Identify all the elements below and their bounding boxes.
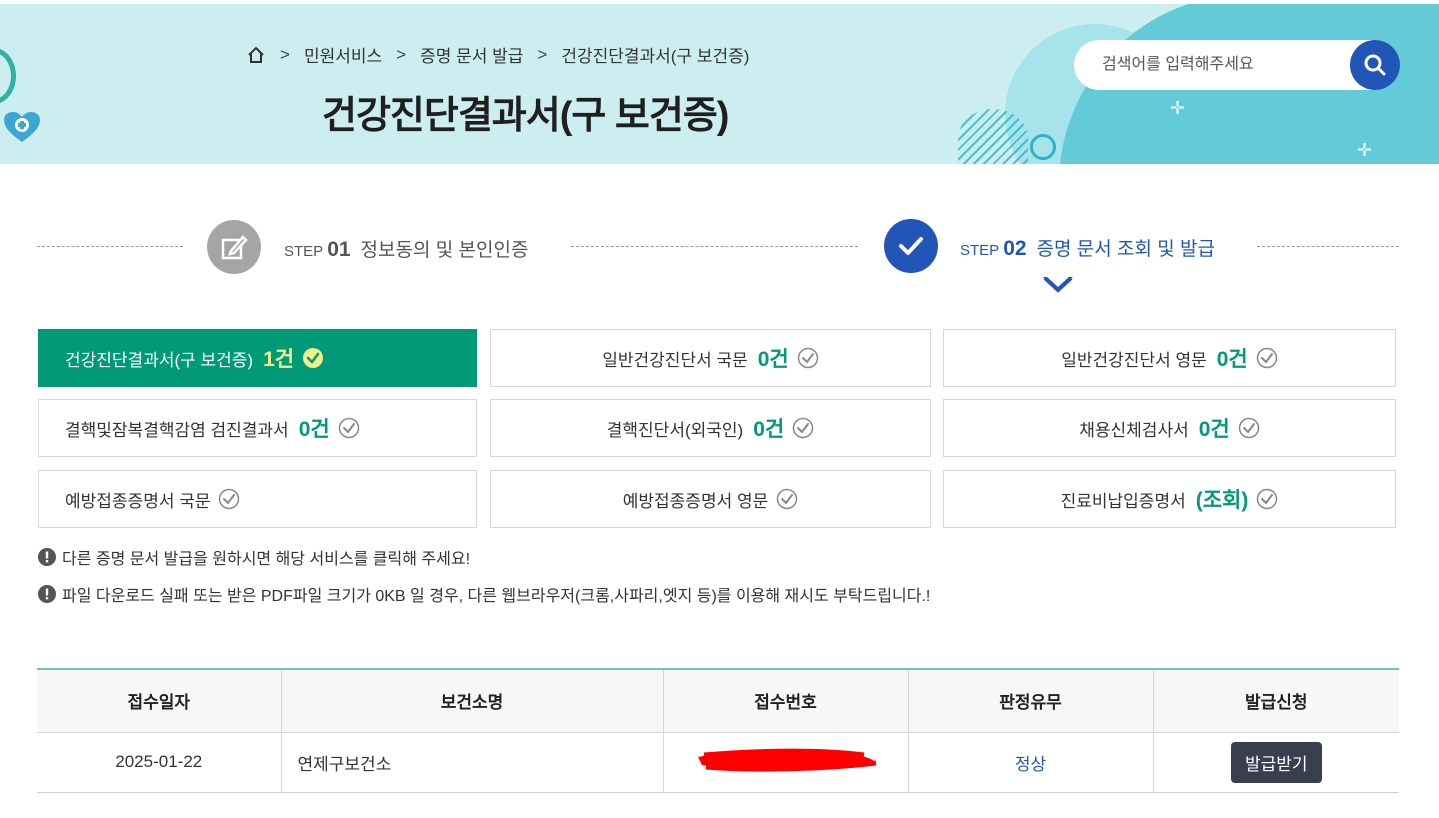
step-text: 증명 문서 조회 및 발급 [1036, 239, 1215, 260]
service-label: 건강진단결과서(구 보건증) [65, 350, 254, 370]
check-circle-icon [219, 488, 240, 510]
notice-text: 파일 다운로드 실패 또는 받은 PDF파일 크기가 0KB 일 경우, 다른 … [62, 588, 931, 605]
service-item-general-kr[interactable]: 일반건강진단서 국문 0건 [490, 329, 931, 387]
step-text: 정보동의 및 본인인증 [360, 240, 529, 261]
service-item-general-en[interactable]: 일반건강진단서 영문 0건 [943, 329, 1396, 387]
issue-button[interactable]: 발급받기 [1230, 741, 1322, 783]
search-input[interactable] [1102, 52, 1342, 78]
page-title: 건강진단결과서(구 보건증) [322, 95, 729, 137]
service-label: 결핵진단서(외국인) [606, 420, 744, 440]
check-icon [899, 237, 923, 255]
chevron-right-icon: > [280, 44, 290, 64]
step-number: 01 [327, 238, 351, 261]
table-row: 2025-01-22 연제구보건소 정상 발급받기 [37, 732, 1399, 793]
step-2-badge [884, 219, 938, 273]
step-number: 02 [1003, 237, 1027, 260]
heart-icon [4, 112, 40, 142]
breadcrumb-item[interactable]: 민원서비스 [304, 42, 382, 67]
breadcrumb-item[interactable]: 증명 문서 발급 [420, 42, 523, 67]
home-icon[interactable] [246, 45, 266, 65]
service-item-vaccination-kr[interactable]: 예방접종증명서 국문 [38, 470, 477, 528]
step-divider [571, 246, 858, 247]
page-banner: ✛ ✛ > 민원서비스 > 증명 문서 발급 > 건강진단결과서(구 보건증) … [0, 4, 1439, 164]
notice-text: 다른 증명 문서 발급을 원하시면 해당 서비스를 클릭해 주세요! [62, 551, 471, 568]
step-1-label: STEP 01 정보동의 및 본인인증 [284, 235, 528, 262]
service-count: 0건 [1216, 348, 1248, 371]
service-label: 채용신체검사서 [1079, 420, 1189, 440]
result-table: 접수일자 보건소명 접수번호 판정유무 발급신청 2025-01-22 연제구보… [37, 668, 1399, 793]
check-circle-icon [1238, 417, 1259, 439]
alert-icon [38, 585, 56, 603]
service-count: 0건 [298, 418, 330, 441]
service-label: 결핵및잠복결핵감염 검진결과서 [65, 420, 289, 440]
check-circle-icon [776, 488, 798, 510]
step-divider [1257, 246, 1399, 247]
chevron-right-icon: > [396, 44, 407, 64]
step-word: STEP [960, 242, 1000, 259]
check-circle-icon [1257, 488, 1278, 510]
service-label: 진료비납입증명서 [1060, 491, 1186, 511]
health-center-name: 연제구보건소 [281, 732, 664, 793]
chevron-right-icon: > [537, 44, 548, 64]
service-label: 예방접종증명서 영문 [622, 491, 769, 511]
breadcrumb: > 민원서비스 > 증명 문서 발급 > 건강진단결과서(구 보건증) [246, 42, 749, 67]
check-circle-icon [792, 417, 814, 439]
service-item-tb-latent[interactable]: 결핵및잠복결핵감염 검진결과서 0건 [38, 399, 477, 457]
service-item-health-cert[interactable]: 건강진단결과서(구 보건증) 1건 [38, 329, 477, 387]
service-item-tb-foreigner[interactable]: 결핵진단서(외국인) 0건 [490, 399, 931, 457]
banner-decoration [958, 109, 1028, 164]
step-word: STEP [284, 243, 324, 260]
search-button[interactable] [1350, 40, 1400, 90]
column-header: 발급신청 [1153, 669, 1399, 733]
column-header: 접수일자 [37, 669, 282, 733]
notice: 다른 증명 문서 발급을 원하시면 해당 서비스를 클릭해 주세요! [38, 545, 470, 569]
receipt-number-cell [663, 732, 909, 793]
column-header: 보건소명 [281, 669, 664, 733]
notice: 파일 다운로드 실패 또는 받은 PDF파일 크기가 0KB 일 경우, 다른 … [38, 582, 930, 606]
issue-cell: 발급받기 [1153, 732, 1399, 793]
step-2-label: STEP 02 증명 문서 조회 및 발급 [960, 234, 1215, 261]
banner-decoration [0, 48, 16, 104]
service-count: 0건 [753, 418, 785, 441]
table-header-row: 접수일자 보건소명 접수번호 판정유무 발급신청 [37, 669, 1399, 733]
step-1-badge [207, 220, 261, 274]
service-count: 0건 [1198, 418, 1230, 441]
check-circle-icon [797, 347, 818, 369]
column-header: 접수번호 [663, 669, 909, 733]
redaction-mark [697, 748, 876, 772]
check-circle-icon [1256, 347, 1277, 369]
alert-icon [38, 548, 56, 566]
service-label: 일반건강진단서 영문 [1061, 350, 1207, 370]
judgment-result: 정상 [908, 732, 1154, 793]
service-count: 0건 [757, 348, 789, 371]
sparkle-icon: ✛ [1170, 98, 1186, 119]
service-count: 1건 [263, 348, 295, 371]
service-item-employment-exam[interactable]: 채용신체검사서 0건 [943, 399, 1396, 457]
sparkle-icon: ✛ [1357, 140, 1373, 161]
search-icon [1364, 54, 1386, 76]
service-item-vaccination-en[interactable]: 예방접종증명서 영문 [490, 470, 931, 528]
pencil-icon [221, 235, 248, 260]
service-label: 일반건강진단서 국문 [602, 350, 748, 370]
receipt-date: 2025-01-22 [37, 732, 282, 793]
step-divider [37, 246, 183, 247]
check-circle-icon [338, 417, 359, 439]
check-circle-icon [303, 348, 324, 368]
column-header: 판정유무 [908, 669, 1154, 733]
breadcrumb-item-current[interactable]: 건강진단결과서(구 보건증) [561, 42, 749, 67]
search-box [1074, 40, 1400, 90]
service-item-medical-payment[interactable]: 진료비납입증명서 (조회) [943, 470, 1396, 528]
service-count: (조회) [1195, 489, 1249, 512]
chevron-down-icon [1043, 277, 1073, 293]
banner-decoration [1030, 134, 1056, 160]
service-label: 예방접종증명서 국문 [65, 491, 211, 511]
